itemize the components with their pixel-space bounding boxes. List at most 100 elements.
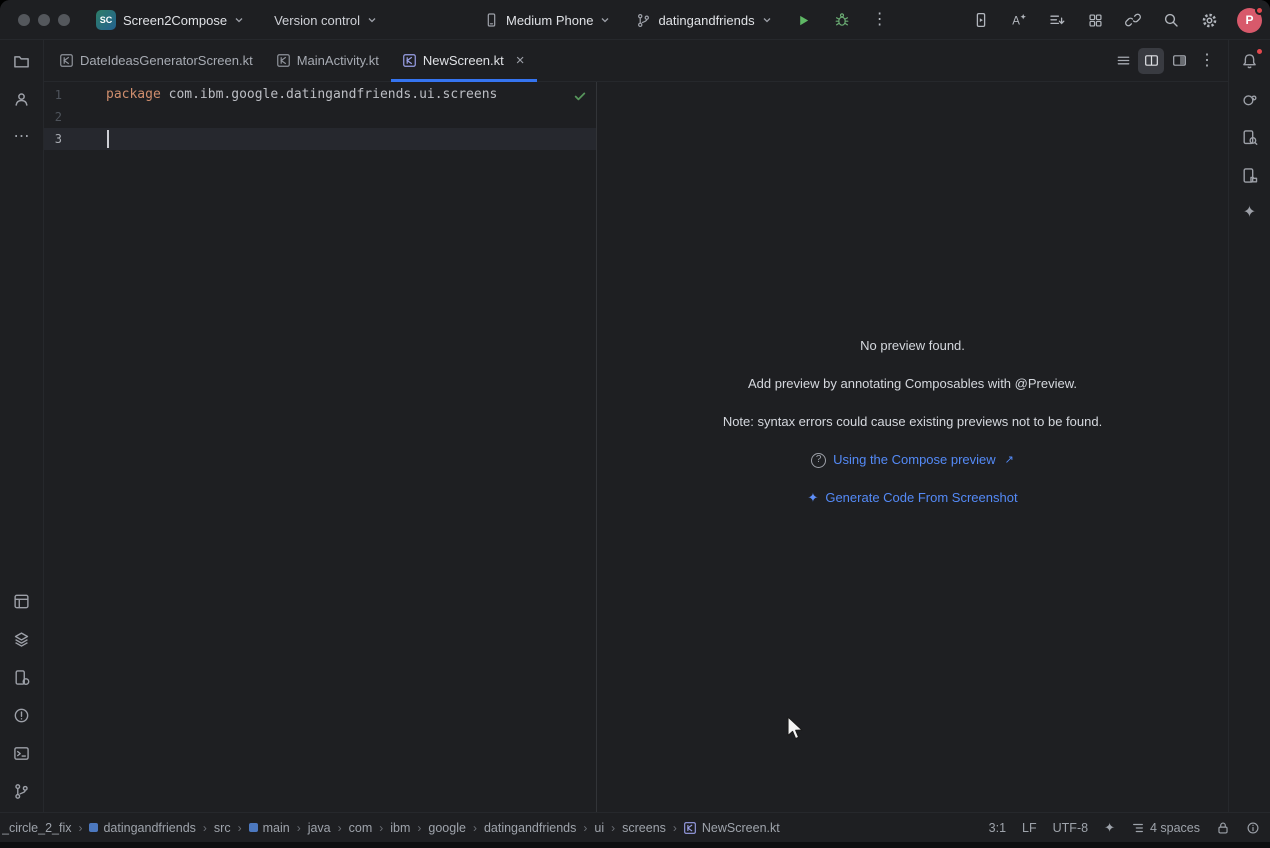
editor-line-2: 2 [44, 106, 596, 128]
source-root-icon [249, 823, 258, 832]
more-options-icon[interactable]: ⋮ [1194, 48, 1220, 74]
breadcrumb-item[interactable]: java [308, 821, 331, 835]
device-selector-label: Medium Phone [506, 13, 593, 28]
breadcrumb-item[interactable]: screens [622, 821, 666, 835]
compose-tool-button[interactable] [5, 622, 39, 656]
layout-editor-tool-button[interactable] [5, 584, 39, 618]
tab-newscreen[interactable]: NewScreen.kt × [391, 40, 537, 81]
breadcrumb-separator: › [583, 821, 587, 835]
close-tab-icon[interactable]: × [516, 53, 525, 68]
breadcrumb-item[interactable]: src [214, 821, 231, 835]
version-control-label: Version control [274, 13, 360, 28]
minimize-window-button[interactable] [38, 14, 50, 26]
branch-selector[interactable]: datingandfriends [628, 8, 779, 33]
help-icon: ? [811, 453, 826, 468]
compose-preview-help-link[interactable]: Using the Compose preview [833, 450, 996, 470]
zoom-window-button[interactable] [58, 14, 70, 26]
design-view-icon[interactable] [1166, 48, 1192, 74]
editor-line-3: 3 [44, 128, 596, 150]
branch-icon [636, 13, 651, 28]
more-vertical-icon: ⋮ [872, 12, 888, 28]
chevron-down-icon [234, 15, 244, 25]
breadcrumb-separator: › [203, 821, 207, 835]
android-studio-window: SC Screen2Compose Version control Medium… [0, 0, 1270, 848]
more-run-options-button[interactable]: ⋮ [866, 6, 894, 34]
breadcrumb-item[interactable]: google [428, 821, 466, 835]
file-lock-widget[interactable] [1216, 821, 1230, 835]
task-list-icon[interactable] [1043, 6, 1071, 34]
breadcrumb-separator: › [338, 821, 342, 835]
project-tool-button[interactable] [5, 44, 39, 78]
tab-label: MainActivity.kt [297, 53, 379, 68]
text-caret [107, 130, 109, 148]
project-widget[interactable]: SC Screen2Compose [88, 5, 252, 35]
breadcrumb-item[interactable]: datingandfriends [484, 821, 576, 835]
gemini-star-icon: ✦ [807, 488, 818, 508]
editor-tab-bar: DateIdeasGeneratorScreen.kt MainActivity… [44, 40, 1228, 82]
line-number[interactable]: 3 [44, 128, 100, 150]
layout-inspector-tool-button[interactable] [1233, 120, 1267, 154]
kotlin-file-icon [684, 822, 697, 834]
settings-icon[interactable] [1195, 6, 1223, 34]
more-tool-windows-button[interactable]: ⋯ [5, 120, 39, 154]
line-number[interactable]: 2 [44, 106, 100, 128]
search-everywhere-icon[interactable] [1157, 6, 1185, 34]
status-bar: _circle_2_fix › datingandfriends › src › ma… [0, 812, 1270, 842]
breadcrumb-item[interactable]: com [349, 821, 373, 835]
profile-avatar[interactable]: P [1237, 8, 1262, 33]
breadcrumb-separator: › [611, 821, 615, 835]
breadcrumb-item[interactable]: main [249, 821, 290, 835]
external-link-icon: ↗ [1005, 450, 1014, 470]
tab-mainactivity[interactable]: MainActivity.kt [265, 40, 391, 81]
running-devices-icon[interactable] [967, 6, 995, 34]
gemini-tool-button[interactable]: ✦ [1233, 196, 1267, 230]
device-selector[interactable]: Medium Phone [476, 7, 618, 33]
module-icon [89, 823, 98, 832]
generate-code-link[interactable]: Generate Code From Screenshot [825, 488, 1017, 508]
code-view-icon[interactable] [1110, 48, 1136, 74]
line-separator-widget[interactable]: LF [1022, 821, 1037, 835]
terminal-tool-button[interactable] [5, 736, 39, 770]
generate-code-row: ✦ Generate Code From Screenshot [597, 488, 1228, 508]
chevron-down-icon [367, 15, 377, 25]
split-view-icon[interactable] [1138, 48, 1164, 74]
version-control-widget[interactable]: Version control [266, 8, 385, 33]
breadcrumb-separator: › [238, 821, 242, 835]
project-icon: SC [96, 10, 116, 30]
notification-dot [1256, 48, 1263, 55]
code-editor[interactable]: 1 package com.ibm.google.datingandfriend… [44, 82, 596, 812]
problems-tool-button[interactable] [5, 698, 39, 732]
gemini-status-icon[interactable]: ✦ [1104, 821, 1115, 834]
caret-position-widget[interactable]: 3:1 [989, 821, 1006, 835]
preview-message-3: Note: syntax errors could cause existing… [597, 412, 1228, 432]
breadcrumb-item[interactable]: _circle_2_fix [2, 821, 71, 835]
indent-widget[interactable]: 4 spaces [1131, 821, 1200, 835]
encoding-widget[interactable]: UTF-8 [1053, 821, 1088, 835]
pull-requests-tool-button[interactable] [5, 82, 39, 116]
ai-assist-icon[interactable]: A [1005, 6, 1033, 34]
tab-dateideasgeneratorscreen[interactable]: DateIdeasGeneratorScreen.kt [48, 40, 265, 81]
close-window-button[interactable] [18, 14, 30, 26]
right-tool-stripe: ✦ [1228, 40, 1270, 812]
kotlin-file-icon [60, 54, 73, 67]
device-explorer-tool-button[interactable] [1233, 158, 1267, 192]
debug-button[interactable] [828, 6, 856, 34]
link-icon[interactable] [1119, 6, 1147, 34]
tab-label: DateIdeasGeneratorScreen.kt [80, 53, 253, 68]
line-number[interactable]: 1 [44, 84, 100, 106]
inspections-ok-icon[interactable] [573, 89, 587, 103]
ide-info-widget[interactable] [1246, 821, 1260, 835]
chevron-down-icon [762, 15, 772, 25]
device-manager-tool-button[interactable] [5, 660, 39, 694]
breadcrumb-item-file[interactable]: NewScreen.kt [684, 821, 780, 835]
run-button[interactable] [790, 6, 818, 34]
gradle-tool-button[interactable] [1233, 82, 1267, 116]
plugins-icon[interactable] [1081, 6, 1109, 34]
breadcrumb-item[interactable]: ui [594, 821, 604, 835]
breadcrumb-item[interactable]: ibm [390, 821, 410, 835]
version-control-tool-button[interactable] [5, 774, 39, 808]
window-controls [18, 14, 70, 26]
notifications-tool-button[interactable] [1233, 44, 1267, 78]
breadcrumb-item[interactable]: datingandfriends [89, 821, 195, 835]
breadcrumb-separator: › [78, 821, 82, 835]
